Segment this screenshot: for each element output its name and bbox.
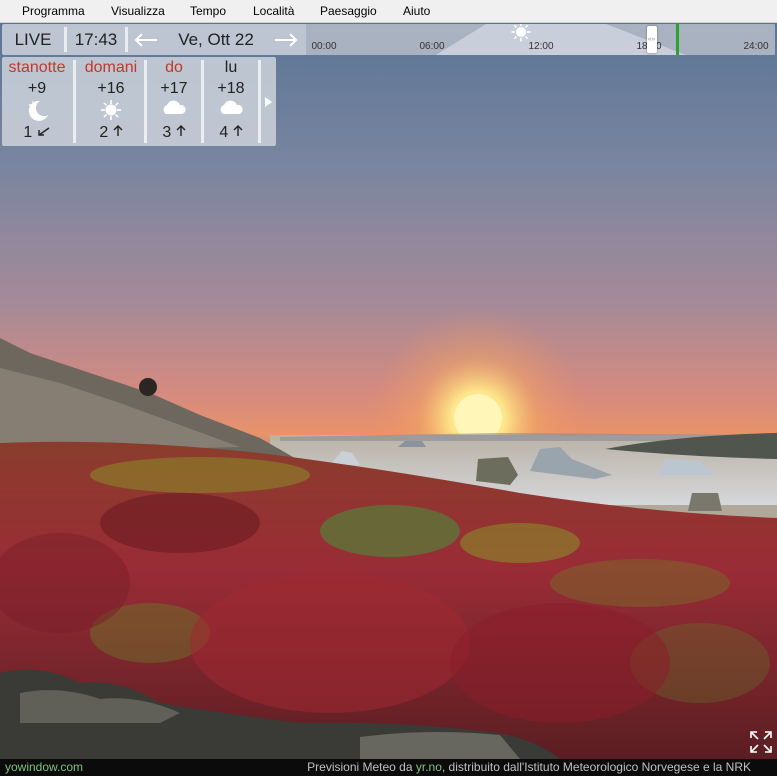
- forecast-wind: 3: [147, 124, 201, 142]
- forecast-day[interactable]: domani +16 2: [76, 57, 146, 146]
- credit-suffix: , distribuito dall'Istituto Meteorologic…: [441, 760, 751, 774]
- wind-speed: 3: [162, 124, 172, 141]
- forecast-day-name: domani: [84, 59, 138, 76]
- cloud-icon: [218, 99, 244, 120]
- forecast-day[interactable]: do +17 3: [147, 57, 201, 146]
- day-timeline[interactable]: 00:00 06:00 12:00 18:00 24:00 «»: [306, 24, 775, 55]
- forecast-temp: +17: [160, 80, 188, 97]
- time-slider-handle[interactable]: «»: [646, 26, 657, 53]
- brand-link[interactable]: yowindow.com: [5, 760, 83, 774]
- forecast-panel: stanotte +9 1 domani +16 2 do +17 3 lu +…: [2, 57, 276, 146]
- time-bar: LIVE 17:43 Ve, Ott 22 00:00 06:00 12:00: [2, 24, 775, 55]
- wind-arrow-north-icon: [113, 125, 123, 136]
- footer-bar: yowindow.com Previsioni Meteo da yr.no, …: [0, 759, 777, 776]
- credit-text: Previsioni Meteo da yr.no, distribuito d…: [307, 760, 751, 774]
- play-arrow-icon[interactable]: [261, 57, 276, 146]
- forecast-temp: +16: [97, 80, 125, 97]
- menu-visualizza[interactable]: Visualizza: [111, 4, 165, 18]
- forecast-day-name: do: [165, 59, 183, 76]
- credit-prefix: Previsioni Meteo da: [307, 760, 413, 774]
- timeline-tick: 00:00: [311, 41, 337, 52]
- current-time: 17:43: [74, 29, 118, 49]
- forecast-temp: +9: [27, 80, 47, 97]
- wind-speed: 4: [219, 124, 229, 141]
- menu-programma[interactable]: Programma: [22, 4, 85, 18]
- forecast-day-name: lu: [224, 59, 238, 76]
- cloud-icon: [161, 99, 187, 120]
- menu-localita[interactable]: Località: [253, 4, 294, 18]
- timeline-tick: 12:00: [528, 41, 554, 52]
- yr-link[interactable]: yr.no: [416, 760, 442, 774]
- rock: [139, 378, 157, 396]
- forecast-temp: +18: [217, 80, 245, 97]
- sun-icon: [100, 99, 122, 126]
- forecast-day[interactable]: stanotte +9 1: [2, 57, 72, 146]
- menu-aiuto[interactable]: Aiuto: [403, 4, 430, 18]
- menu-paesaggio[interactable]: Paesaggio: [320, 4, 377, 18]
- now-marker: [675, 24, 679, 55]
- menu-bar: Programma Visualizza Tempo Località Paes…: [0, 0, 777, 23]
- timeline-tick: 06:00: [419, 41, 445, 52]
- wind-arrow-north-icon: [233, 125, 243, 136]
- forecast-wind: 4: [204, 124, 258, 142]
- fullscreen-icon[interactable]: [749, 730, 773, 754]
- wind-arrow-north-icon: [176, 125, 186, 136]
- menu-tempo[interactable]: Tempo: [190, 4, 226, 18]
- prev-day-arrow-icon[interactable]: [128, 24, 164, 55]
- forecast-wind: 1: [2, 124, 72, 142]
- forecast-day[interactable]: lu +18 4: [204, 57, 258, 146]
- next-day-arrow-icon[interactable]: [268, 24, 304, 55]
- date-label: Ve, Ott 22: [178, 29, 254, 49]
- forecast-day-name: stanotte: [8, 59, 66, 76]
- wind-speed: 1: [23, 124, 33, 141]
- wind-arrow-southwest-icon: [37, 127, 50, 136]
- live-button[interactable]: LIVE: [2, 24, 64, 55]
- timeline-tick: 24:00: [743, 41, 769, 52]
- forecast-wind: 2: [76, 124, 146, 142]
- wind-speed: 2: [99, 124, 109, 141]
